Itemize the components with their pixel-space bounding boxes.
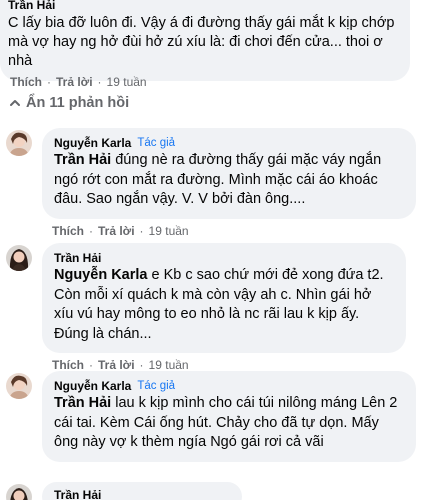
avatar[interactable]	[6, 373, 32, 399]
comment-author[interactable]: Nguyễn Karla	[54, 379, 131, 393]
comment-text: C lấy bia đỡ luôn đi. Vậy á đi đường thấ…	[8, 15, 395, 69]
reply-comment: Trần Hải	[0, 482, 242, 500]
comment-time[interactable]: 19 tuần	[149, 358, 189, 372]
author-badge: Tác giả	[137, 137, 176, 149]
comment-bubble: Trần Hải Nguyễn Karla e Kb c sao chứ mới…	[42, 243, 406, 353]
comment-bubble: Nguyễn Karla Tác giả Trần Hải lau k kịp …	[42, 371, 416, 462]
comment-author[interactable]: Trần Hải	[8, 0, 398, 12]
comment-actions: Thích · Trả lời · 19 tuần	[52, 224, 416, 238]
avatar[interactable]	[6, 245, 32, 271]
comment-time[interactable]: 19 tuần	[149, 224, 189, 238]
hide-replies-label: Ẩn 11 phản hồi	[26, 95, 130, 111]
reply-button[interactable]: Trả lời	[98, 358, 135, 372]
comment-text: Trần Hải lau k kịp mình cho cái túi nilô…	[54, 394, 404, 453]
mention-link[interactable]: Nguyễn Karla	[54, 267, 147, 283]
author-badge: Tác giả	[137, 380, 176, 392]
comment-author[interactable]: Nguyễn Karla	[54, 136, 131, 150]
comment-text: Nguyễn Karla e Kb c sao chứ mới đẻ xong …	[54, 266, 394, 344]
avatar[interactable]	[6, 484, 32, 500]
like-button[interactable]: Thích	[10, 75, 42, 89]
reply-button[interactable]: Trả lời	[98, 224, 135, 238]
top-comment-bubble: Trần Hải C lấy bia đỡ luôn đi. Vậy á đi …	[0, 0, 410, 81]
separator-dot: ·	[97, 75, 102, 89]
reply-comment: Nguyễn Karla Tác giả Trần Hải đúng nè ra…	[0, 128, 416, 238]
reply-comment: Trần Hải Nguyễn Karla e Kb c sao chứ mới…	[0, 243, 406, 372]
chevron-up-icon	[10, 100, 20, 106]
comment-author[interactable]: Trần Hải	[54, 251, 101, 265]
like-button[interactable]: Thích	[52, 224, 84, 238]
comment-actions: Thích · Trả lời · 19 tuần	[52, 358, 406, 372]
separator-dot: ·	[139, 223, 144, 238]
comment-time[interactable]: 19 tuần	[107, 75, 147, 89]
separator-dot: ·	[89, 358, 93, 372]
reply-button[interactable]: Trả lời	[56, 75, 93, 89]
mention-link[interactable]: Trần Hải	[54, 395, 111, 411]
hide-replies-button[interactable]: Ẩn 11 phản hồi	[8, 95, 129, 111]
separator-dot: ·	[89, 223, 93, 238]
comment-actions: Thích · Trả lời · 19 tuần	[10, 75, 147, 89]
mention-link[interactable]: Trần Hải	[54, 152, 111, 168]
separator-dot: ·	[139, 358, 144, 372]
comment-bubble: Trần Hải	[42, 482, 242, 500]
comment-bubble: Nguyễn Karla Tác giả Trần Hải đúng nè ra…	[42, 128, 416, 219]
separator-dot: ·	[47, 75, 51, 89]
comment-text: Trần Hải đúng nè ra đường thấy gái mặc v…	[54, 151, 404, 210]
reply-comment: Nguyễn Karla Tác giả Trần Hải lau k kịp …	[0, 371, 416, 462]
like-button[interactable]: Thích	[52, 358, 84, 372]
comment-author[interactable]: Trần Hải	[54, 488, 230, 500]
avatar[interactable]	[6, 130, 32, 156]
